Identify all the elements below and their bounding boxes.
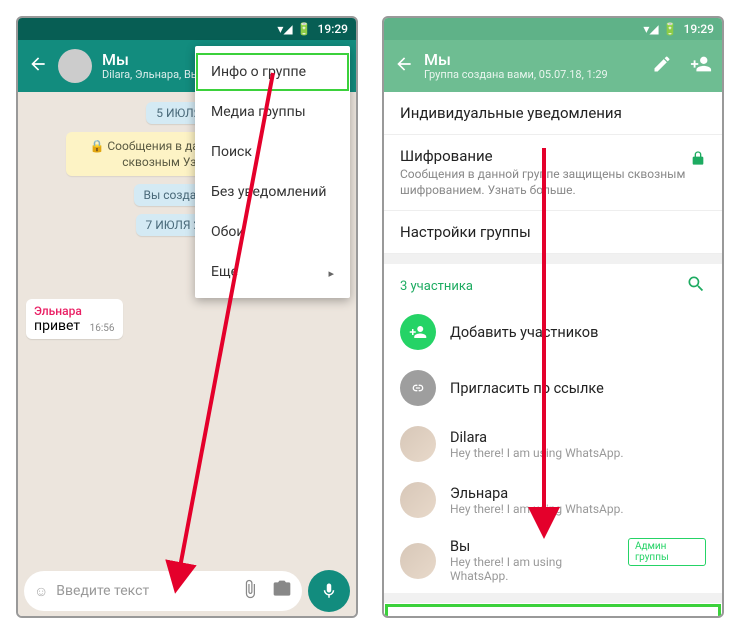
group-subtitle: Dilara, Эльнара, Вы xyxy=(102,68,199,81)
phone-right: ▾◢ 🔋 19:29 Мы Группа создана вами, 05.07… xyxy=(382,16,724,618)
group-title: Мы xyxy=(102,51,199,69)
member-row[interactable]: Вы Hey there! I am using WhatsApp. Админ… xyxy=(384,528,722,593)
input-bar: ☺ Введите текст xyxy=(18,566,356,616)
message-sender: Эльнара xyxy=(34,304,115,318)
members-header: 3 участника xyxy=(384,264,722,304)
back-icon[interactable] xyxy=(394,54,414,78)
menu-group-info[interactable]: Инфо о группе xyxy=(195,52,350,92)
custom-notifications[interactable]: Индивидуальные уведомления xyxy=(384,92,722,135)
message-text: привет xyxy=(34,318,80,334)
add-members[interactable]: Добавить участников xyxy=(384,304,722,360)
divider xyxy=(384,254,722,264)
group-avatar[interactable] xyxy=(58,49,92,83)
search-members-icon[interactable] xyxy=(686,274,706,298)
link-icon xyxy=(400,370,436,406)
message-incoming[interactable]: Эльнара привет 16:56 xyxy=(26,299,123,339)
group-title: Мы xyxy=(424,51,608,69)
menu-mute[interactable]: Без уведомлений xyxy=(195,172,350,212)
invite-link[interactable]: Пригласить по ссылке xyxy=(384,360,722,416)
group-info-header: Мы Группа создана вами, 05.07.18, 1:29 xyxy=(384,40,722,92)
leave-group-button[interactable]: Выйти из группы xyxy=(384,603,722,616)
chevron-right-icon: ▸ xyxy=(328,267,334,280)
attach-icon[interactable] xyxy=(240,579,260,603)
menu-group-media[interactable]: Медиа группы xyxy=(195,92,350,132)
menu-more[interactable]: Еще▸ xyxy=(195,252,350,292)
member-avatar xyxy=(400,426,436,462)
overflow-menu: Инфо о группе Медиа группы Поиск Без уве… xyxy=(195,46,350,298)
signal-icon: ▾◢ xyxy=(643,22,658,36)
message-input[interactable]: ☺ Введите текст xyxy=(24,571,302,611)
message-time: 16:56 xyxy=(90,323,115,334)
add-icon xyxy=(400,314,436,350)
battery-icon: 🔋 xyxy=(663,22,678,36)
emoji-icon[interactable]: ☺ xyxy=(34,583,48,600)
input-placeholder: Введите текст xyxy=(56,583,149,599)
member-avatar xyxy=(400,543,436,579)
phone-left: ▾◢ 🔋 19:29 Мы Dilara, Эльнара, Вы 5 ИЮЛЯ… xyxy=(16,16,358,618)
edit-icon[interactable] xyxy=(652,54,672,78)
group-settings-link[interactable]: Настройки группы xyxy=(384,211,722,254)
back-icon[interactable] xyxy=(28,54,48,78)
mic-button[interactable] xyxy=(308,570,350,612)
group-created-info: Группа создана вами, 05.07.18, 1:29 xyxy=(424,68,608,81)
encryption-section[interactable]: Шифрование Сообщения в данной группе защ… xyxy=(384,135,722,211)
signal-icon: ▾◢ xyxy=(277,22,292,36)
divider xyxy=(384,593,722,603)
status-bar: ▾◢ 🔋 19:29 xyxy=(18,18,356,40)
header-text: Мы Группа создана вами, 05.07.18, 1:29 xyxy=(424,51,608,82)
header-text[interactable]: Мы Dilara, Эльнара, Вы xyxy=(102,51,199,82)
add-member-icon[interactable] xyxy=(690,53,712,79)
menu-search[interactable]: Поиск xyxy=(195,132,350,172)
status-time: 19:29 xyxy=(684,22,714,36)
member-count: 3 участника xyxy=(400,279,686,294)
battery-icon: 🔋 xyxy=(297,22,312,36)
group-settings-body[interactable]: Индивидуальные уведомления Шифрование Со… xyxy=(384,92,722,616)
member-avatar xyxy=(400,482,436,518)
admin-badge: Админ группы xyxy=(628,538,706,566)
camera-icon[interactable] xyxy=(272,579,292,603)
status-bar: ▾◢ 🔋 19:29 xyxy=(384,18,722,40)
menu-wallpaper[interactable]: Обои xyxy=(195,212,350,252)
status-time: 19:29 xyxy=(318,22,348,36)
lock-icon xyxy=(690,150,706,170)
member-row[interactable]: Dilara Hey there! I am using WhatsApp. xyxy=(384,416,722,472)
member-row[interactable]: Эльнара Hey there! I am using WhatsApp. xyxy=(384,472,722,528)
